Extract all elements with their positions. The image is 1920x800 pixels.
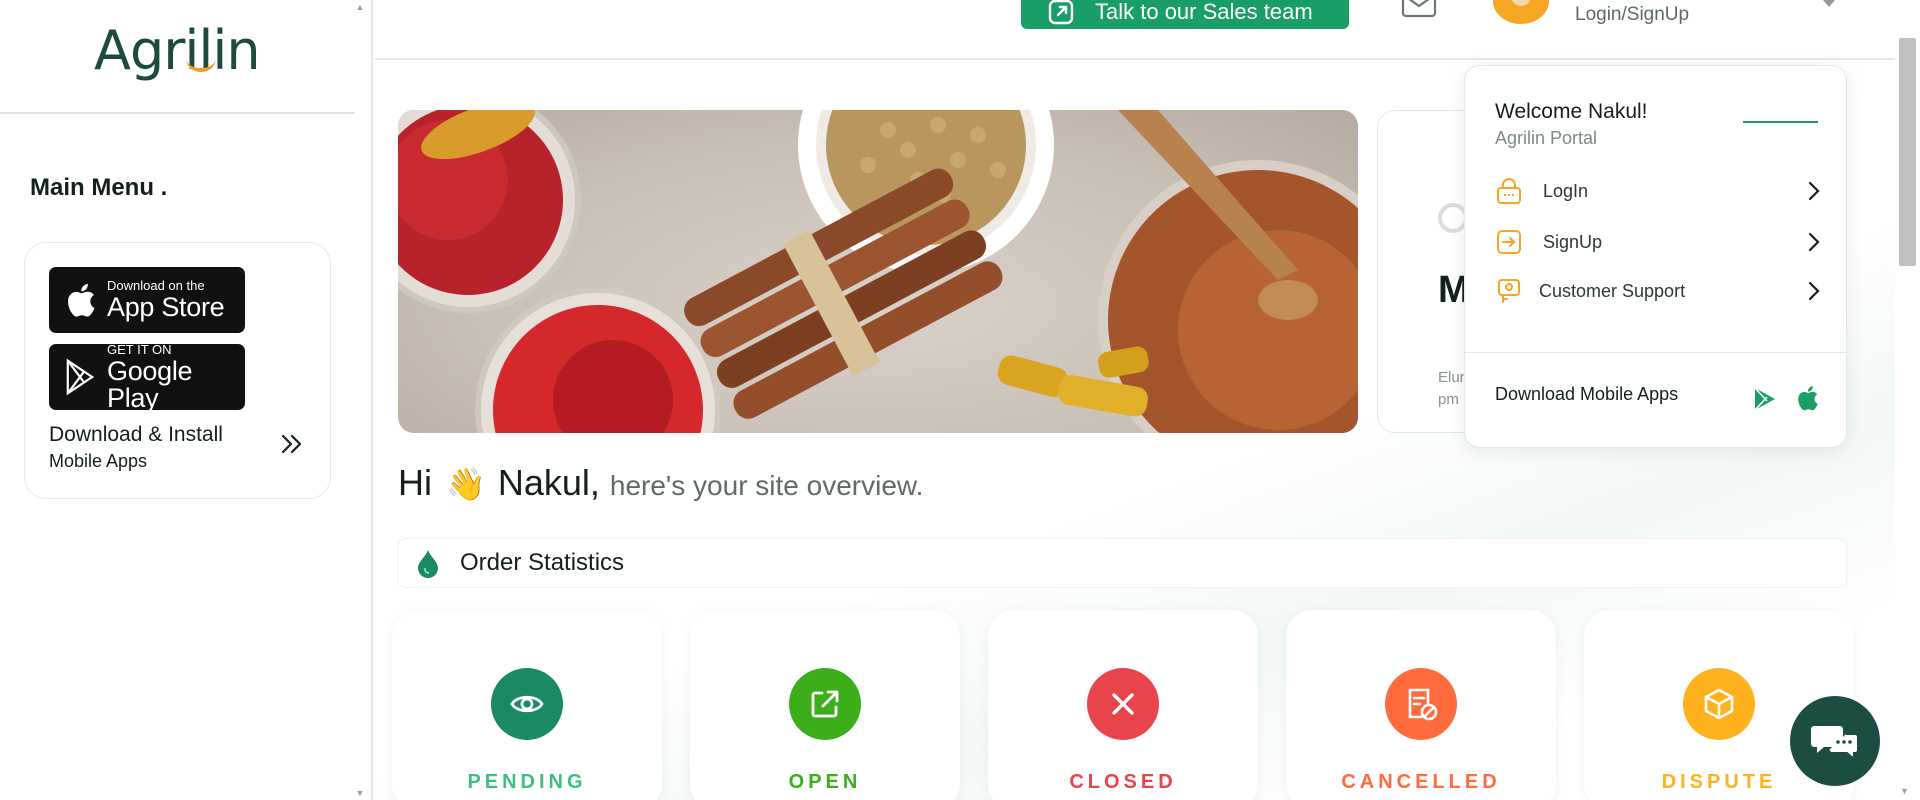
- stat-card-pending[interactable]: PENDING: [392, 610, 662, 800]
- dropdown-welcome: Welcome Nakul!: [1495, 100, 1648, 123]
- spices-banner-image: [398, 110, 1358, 433]
- spices-illustration: [398, 110, 1358, 433]
- stat-icon-circle: [1683, 668, 1755, 740]
- stat-icon-circle: [1385, 668, 1457, 740]
- chevron-right-icon: [1808, 281, 1820, 301]
- accent-line: [1743, 121, 1818, 123]
- cancelled-doc-icon: [1408, 688, 1438, 721]
- dropdown-item-login[interactable]: LogIn: [1495, 173, 1821, 209]
- dropdown-item-label: Customer Support: [1539, 280, 1686, 301]
- signup-icon: [1497, 230, 1521, 254]
- mobile-apps-card: Download on the App Store GET IT ON Goog…: [24, 242, 331, 499]
- box-icon: [1704, 688, 1734, 720]
- sidebar-scrollbar[interactable]: ▲ ▼: [355, 0, 365, 800]
- talk-to-sales-label: Talk to our Sales team: [1095, 0, 1313, 24]
- apple-icon: [68, 283, 95, 317]
- avatar[interactable]: [1493, 0, 1549, 24]
- agrilin-logo[interactable]: Agrilin: [94, 18, 264, 84]
- chat-bubble-icon: [1811, 726, 1859, 762]
- download-mobile-apps-label: Download Mobile Apps: [1495, 384, 1679, 404]
- download-install-subtitle: Mobile Apps: [49, 451, 148, 471]
- account-dropdown: Welcome Nakul! Agrilin Portal LogIn Sign…: [1464, 65, 1847, 448]
- dropdown-item-signup[interactable]: SignUp: [1495, 224, 1821, 260]
- waving-hand-icon: 👋: [446, 466, 486, 502]
- main-menu-heading: Main Menu .: [30, 174, 168, 201]
- greeting-hi: Hi: [398, 462, 432, 503]
- order-statistics-header: Order Statistics: [398, 539, 1846, 587]
- stat-card-closed[interactable]: CLOSED: [988, 610, 1258, 800]
- scroll-down-arrow-icon[interactable]: ▼: [1900, 786, 1909, 796]
- stat-icon-circle: [1087, 668, 1159, 740]
- apple-icon[interactable]: [1795, 384, 1819, 412]
- avatar-face: [1511, 0, 1531, 6]
- dropdown-portal-name: Agrilin Portal: [1495, 128, 1598, 148]
- chevron-right-icon: [1808, 232, 1820, 252]
- google-play-big-text: Google Play: [107, 355, 193, 413]
- scrollbar-thumb[interactable]: [1899, 38, 1916, 266]
- order-statistics-title: Order Statistics: [460, 549, 625, 576]
- chevron-right-icon: [1808, 181, 1820, 201]
- divider: [0, 112, 355, 114]
- google-play-badge[interactable]: GET IT ON Google Play: [49, 341, 245, 413]
- app-store-badge[interactable]: Download on the App Store: [49, 267, 245, 333]
- divider: [1465, 352, 1846, 353]
- external-link-icon: [811, 690, 839, 718]
- stat-label: PENDING: [467, 771, 587, 793]
- chat-button[interactable]: [1790, 696, 1880, 786]
- stat-icon-circle: [491, 668, 563, 740]
- stat-label: OPEN: [788, 771, 862, 793]
- scroll-down-arrow-icon[interactable]: ▼: [355, 788, 365, 798]
- page-scrollbar[interactable]: ▼: [1895, 0, 1920, 800]
- logo-text: Agrilin: [94, 19, 261, 82]
- eye-icon: [510, 695, 544, 713]
- talk-to-sales-button[interactable]: Talk to our Sales team: [1021, 0, 1349, 29]
- info-card-line-1: Elur: [1438, 369, 1465, 386]
- download-install-title: Download & Install: [49, 423, 223, 446]
- double-chevron-right-icon[interactable]: [279, 431, 305, 457]
- stat-card-cancelled[interactable]: CANCELLED: [1286, 610, 1556, 800]
- stat-icon-circle: [789, 668, 861, 740]
- dropdown-item-label: SignUp: [1543, 231, 1603, 252]
- greeting-name: Nakul,: [497, 462, 600, 503]
- mail-icon[interactable]: [1401, 0, 1437, 18]
- chevron-down-icon[interactable]: [1821, 0, 1837, 12]
- login-signup-link[interactable]: Login/SignUp: [1575, 4, 1689, 26]
- greeting-subtitle: here's your site overview.: [609, 470, 924, 501]
- dropdown-item-customer-support[interactable]: Customer Support: [1495, 273, 1821, 309]
- google-play-small-text: GET IT ON: [107, 341, 172, 357]
- top-header: Talk to our Sales team Login/SignUp: [375, 0, 1895, 60]
- sidebar: Agrilin Main Menu . Download on the App …: [0, 0, 373, 800]
- scroll-up-arrow-icon[interactable]: ▲: [355, 2, 365, 12]
- greeting: Hi 👋 Nakul, here's your site overview.: [398, 462, 923, 504]
- app-store-big-text: App Store: [107, 292, 225, 322]
- close-icon: [1112, 693, 1134, 715]
- info-card-text: Elur pm: [1438, 367, 1465, 411]
- drop-icon: [418, 550, 438, 578]
- google-play-icon[interactable]: [1753, 386, 1777, 412]
- external-link-icon: [1048, 0, 1074, 24]
- info-card-line-2: pm: [1438, 391, 1459, 408]
- google-play-icon: [66, 358, 95, 396]
- support-icon: [1498, 279, 1520, 303]
- lock-icon: [1497, 178, 1521, 204]
- app-store-small-text: Download on the: [107, 278, 205, 293]
- dropdown-item-label: LogIn: [1543, 180, 1589, 201]
- stat-card-open[interactable]: OPEN: [690, 610, 960, 800]
- stat-label: CLOSED: [1069, 771, 1177, 793]
- stat-label: CANCELLED: [1341, 771, 1501, 793]
